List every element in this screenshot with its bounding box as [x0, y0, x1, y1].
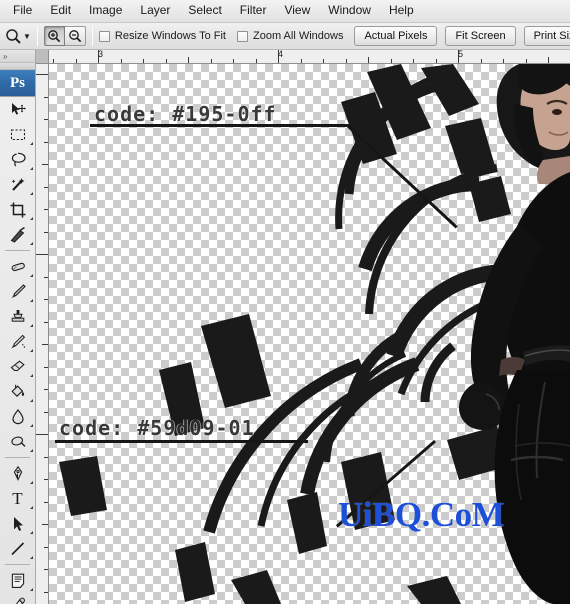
tool-eyedropper[interactable] [0, 593, 35, 604]
menu-item-help[interactable]: Help [380, 1, 423, 21]
leader-line-top [90, 124, 420, 424]
toolbox-divider-1 [5, 250, 30, 251]
menu-item-layer[interactable]: Layer [131, 1, 179, 21]
vertical-ruler[interactable] [36, 64, 49, 604]
watermark-text: UiBQ.CoM [338, 495, 504, 535]
menu-bar: File Edit Image Layer Select Filter View… [0, 0, 570, 23]
tool-blur[interactable] [0, 404, 35, 429]
toolbox-divider-3 [5, 564, 30, 565]
type-tool-glyph: T [12, 490, 22, 507]
tool-flyout-indicator [30, 167, 33, 170]
zoom-all-windows-checkbox[interactable]: Zoom All Windows [237, 30, 343, 42]
tool-magic-wand[interactable] [0, 172, 35, 197]
tool-flyout-indicator [30, 588, 33, 591]
tool-rectangular-marquee[interactable] [0, 122, 35, 147]
tool-flyout-indicator [30, 242, 33, 245]
tool-crop[interactable] [0, 197, 35, 222]
tool-flyout-indicator [30, 274, 33, 277]
tool-flyout-indicator [30, 424, 33, 427]
toolbox-panel: » Ps [0, 50, 36, 604]
ruler-label-4: 4 [278, 50, 283, 59]
toolbox-drag-handle[interactable] [0, 63, 35, 70]
options-separator-1 [37, 26, 38, 46]
zoom-in-icon[interactable] [44, 26, 65, 46]
tool-eraser[interactable] [0, 354, 35, 379]
fit-screen-button[interactable]: Fit Screen [445, 26, 515, 46]
chevron-down-icon[interactable]: ▼ [23, 32, 31, 41]
tool-lasso[interactable] [0, 147, 35, 172]
code-label-bottom: code: #59d09-01 [59, 416, 255, 440]
actual-pixels-button[interactable]: Actual Pixels [354, 26, 437, 46]
menu-item-select[interactable]: Select [179, 1, 230, 21]
tool-flyout-indicator [30, 481, 33, 484]
code-label-top: code: #195-0ff [94, 102, 277, 126]
menu-item-file[interactable]: File [4, 1, 41, 21]
tool-flyout-indicator [30, 399, 33, 402]
photoshop-window: File Edit Image Layer Select Filter View… [0, 0, 570, 604]
toolbox-collapse-button[interactable]: » [0, 50, 35, 63]
tool-flyout-indicator [30, 217, 33, 220]
resize-windows-to-fit-checkbox[interactable]: Resize Windows To Fit [99, 30, 226, 42]
ruler-corner[interactable] [36, 50, 49, 64]
tool-flyout-indicator [30, 142, 33, 145]
tool-flyout-indicator [30, 192, 33, 195]
tool-slice[interactable] [0, 222, 35, 247]
zoom-tool-icon[interactable] [5, 25, 22, 47]
toolbox-divider-2 [5, 457, 30, 458]
tool-flyout-indicator [30, 324, 33, 327]
ruler-label-5: 5 [458, 50, 463, 59]
tool-flyout-indicator [30, 506, 33, 509]
zoom-direction-toggle[interactable] [44, 26, 86, 46]
options-separator-2 [92, 26, 93, 46]
menu-item-window[interactable]: Window [319, 1, 380, 21]
tool-options-bar: ▼ Resize Windows [0, 23, 570, 50]
tool-notes[interactable] [0, 568, 35, 593]
tool-flyout-indicator [30, 531, 33, 534]
tool-line-shape[interactable] [0, 536, 35, 561]
print-size-button[interactable]: Print Size [524, 26, 570, 46]
tool-flyout-indicator [30, 299, 33, 302]
menu-item-filter[interactable]: Filter [231, 1, 276, 21]
tool-path-selection[interactable] [0, 511, 35, 536]
horizontal-ruler[interactable]: 3 4 5 [36, 50, 570, 64]
tool-flyout-indicator [30, 449, 33, 452]
menu-item-edit[interactable]: Edit [41, 1, 80, 21]
tool-brush[interactable] [0, 279, 35, 304]
tool-history-brush[interactable] [0, 329, 35, 354]
tool-flyout-indicator [30, 556, 33, 559]
tool-horizontal-type[interactable]: T [0, 486, 35, 511]
checkbox-box-zoomall[interactable] [237, 31, 248, 42]
tool-flyout-indicator [30, 349, 33, 352]
resize-windows-to-fit-label: Resize Windows To Fit [115, 30, 226, 42]
zoom-all-windows-label: Zoom All Windows [253, 30, 343, 42]
tool-move[interactable] [0, 97, 35, 122]
tool-spot-healing-brush[interactable] [0, 254, 35, 279]
tool-dodge[interactable] [0, 429, 35, 454]
zoom-out-icon[interactable] [65, 26, 86, 46]
checkbox-box-resize[interactable] [99, 31, 110, 42]
menu-item-image[interactable]: Image [80, 1, 131, 21]
tool-paint-bucket[interactable] [0, 379, 35, 404]
photoshop-logo: Ps [0, 70, 35, 97]
double-chevron-right-icon[interactable]: » [3, 52, 6, 61]
menu-item-view[interactable]: View [275, 1, 319, 21]
ruler-label-3: 3 [98, 50, 103, 59]
tool-flyout-indicator [30, 374, 33, 377]
tool-clone-stamp[interactable] [0, 304, 35, 329]
tool-pen[interactable] [0, 461, 35, 486]
